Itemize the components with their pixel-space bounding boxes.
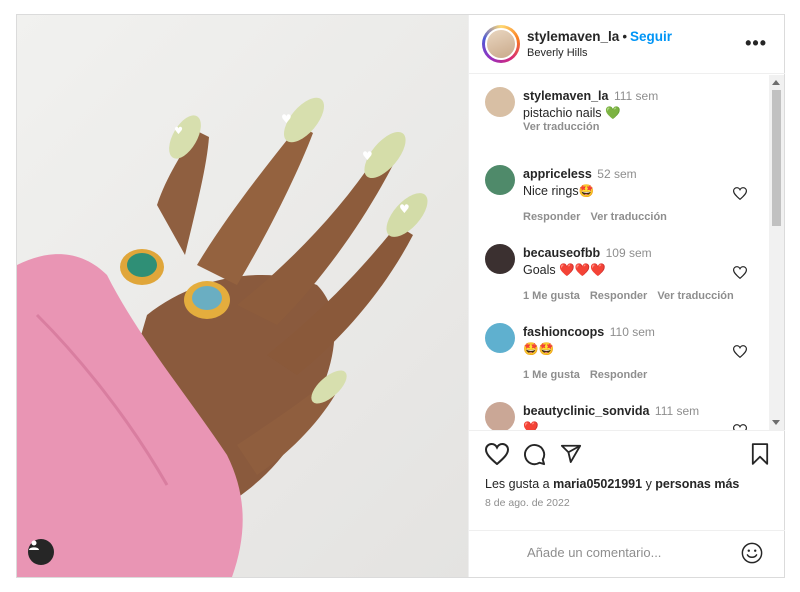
likes-summary: Les gusta a maria05021991 y personas más [485,477,739,491]
author-line: stylemaven_la • Seguir [527,29,672,44]
comment-time: 109 sem [605,246,652,260]
comment-header: stylemaven_la 111 sem [523,89,658,103]
comment-time: 110 sem [609,325,655,339]
comment-username[interactable]: becauseofbb [523,246,600,260]
avatar[interactable] [485,402,515,430]
comment-actions: Ver traducción [523,121,609,133]
reply-link[interactable]: Responder [590,369,647,381]
reply-link[interactable]: Responder [523,211,580,223]
svg-text:♥: ♥ [174,126,183,137]
follow-button[interactable]: Seguir [630,29,672,44]
post-action-bar: Les gusta a maria05021991 y personas más… [469,430,785,530]
likes-others-link[interactable]: personas más [655,477,739,491]
save-icon[interactable] [751,443,769,465]
comment-actions: 1 Me gusta Responder [523,369,657,381]
comment-time: 111 sem [654,404,700,418]
post-details-panel: stylemaven_la • Seguir Beverly Hills ••• s… [468,15,785,577]
likes-prefix: Les gusta a [485,477,554,491]
user-tag-icon[interactable] [28,539,54,565]
instagram-post: ♥ ♥ ♥ ♥ stylemaven_la • Seguir Beverly H… [16,14,785,578]
comment-like-icon[interactable] [733,187,747,200]
liker-username[interactable]: maria05021991 [553,477,642,491]
comment-header: fashioncoops 110 sem [523,325,655,339]
add-comment-bar [469,530,785,577]
comment-time: 52 sem [597,167,637,181]
comment-list[interactable]: stylemaven_la 111 sem pistachio nails 💚 … [469,75,785,430]
comment-text: pistachio nails 💚 [523,106,621,120]
comment-header: becauseofbb 109 sem [523,246,652,260]
comment-text: Nice rings🤩 [523,184,595,198]
see-translation-link[interactable]: Ver traducción [523,121,599,133]
scrollbar-thumb[interactable] [772,90,781,226]
comment-text: 🤩🤩 [523,342,555,356]
like-count[interactable]: 1 Me gusta [523,290,580,302]
avatar[interactable] [485,323,515,353]
comments-scrollbar[interactable] [769,75,784,430]
likes-mid: y [642,477,656,491]
post-header: stylemaven_la • Seguir Beverly Hills ••• [469,15,785,74]
comment-text: ❤️ [523,421,539,430]
separator: • [622,29,628,44]
more-options-icon[interactable]: ••• [745,33,767,54]
avatar[interactable] [485,28,517,60]
comment-username[interactable]: stylemaven_la [523,89,608,103]
comment-like-icon[interactable] [733,266,747,279]
svg-text:♥: ♥ [281,112,292,126]
location-link[interactable]: Beverly Hills [527,47,588,59]
comment-header: appriceless 52 sem [523,167,637,181]
reply-link[interactable]: Responder [590,290,647,302]
comment-input[interactable] [527,545,727,560]
see-translation-link[interactable]: Ver traducción [657,290,733,302]
comment-actions: Responder Ver traducción [523,211,677,223]
nails-photo: ♥ ♥ ♥ ♥ [17,97,428,577]
emoji-icon[interactable] [741,542,763,564]
comment-icon[interactable] [523,443,546,466]
like-count[interactable]: 1 Me gusta [523,369,580,381]
post-date: 8 de ago. de 2022 [485,497,570,509]
comment-like-icon[interactable] [733,345,747,358]
svg-text:♥: ♥ [362,149,373,163]
scroll-up-icon[interactable] [772,80,780,85]
post-photo[interactable]: ♥ ♥ ♥ ♥ [17,15,468,577]
avatar[interactable] [485,244,515,274]
avatar[interactable] [485,87,515,117]
avatar[interactable] [485,165,515,195]
author-username[interactable]: stylemaven_la [527,29,619,44]
comment-username[interactable]: beautyclinic_sonvida [523,404,649,418]
story-ring[interactable] [482,25,520,63]
comment-time: 111 sem [613,89,659,103]
comment-header: beautyclinic_sonvida 111 sem [523,404,699,418]
see-translation-link[interactable]: Ver traducción [590,211,666,223]
comment-actions: 1 Me gusta Responder Ver traducción [523,290,744,302]
share-icon[interactable] [560,443,582,465]
scroll-down-icon[interactable] [772,420,780,425]
comment-username[interactable]: fashioncoops [523,325,604,339]
comment-text: Goals ❤️❤️❤️ [523,263,606,277]
comment-username[interactable]: appriceless [523,167,592,181]
svg-text:♥: ♥ [399,202,410,216]
like-icon[interactable] [485,443,509,465]
